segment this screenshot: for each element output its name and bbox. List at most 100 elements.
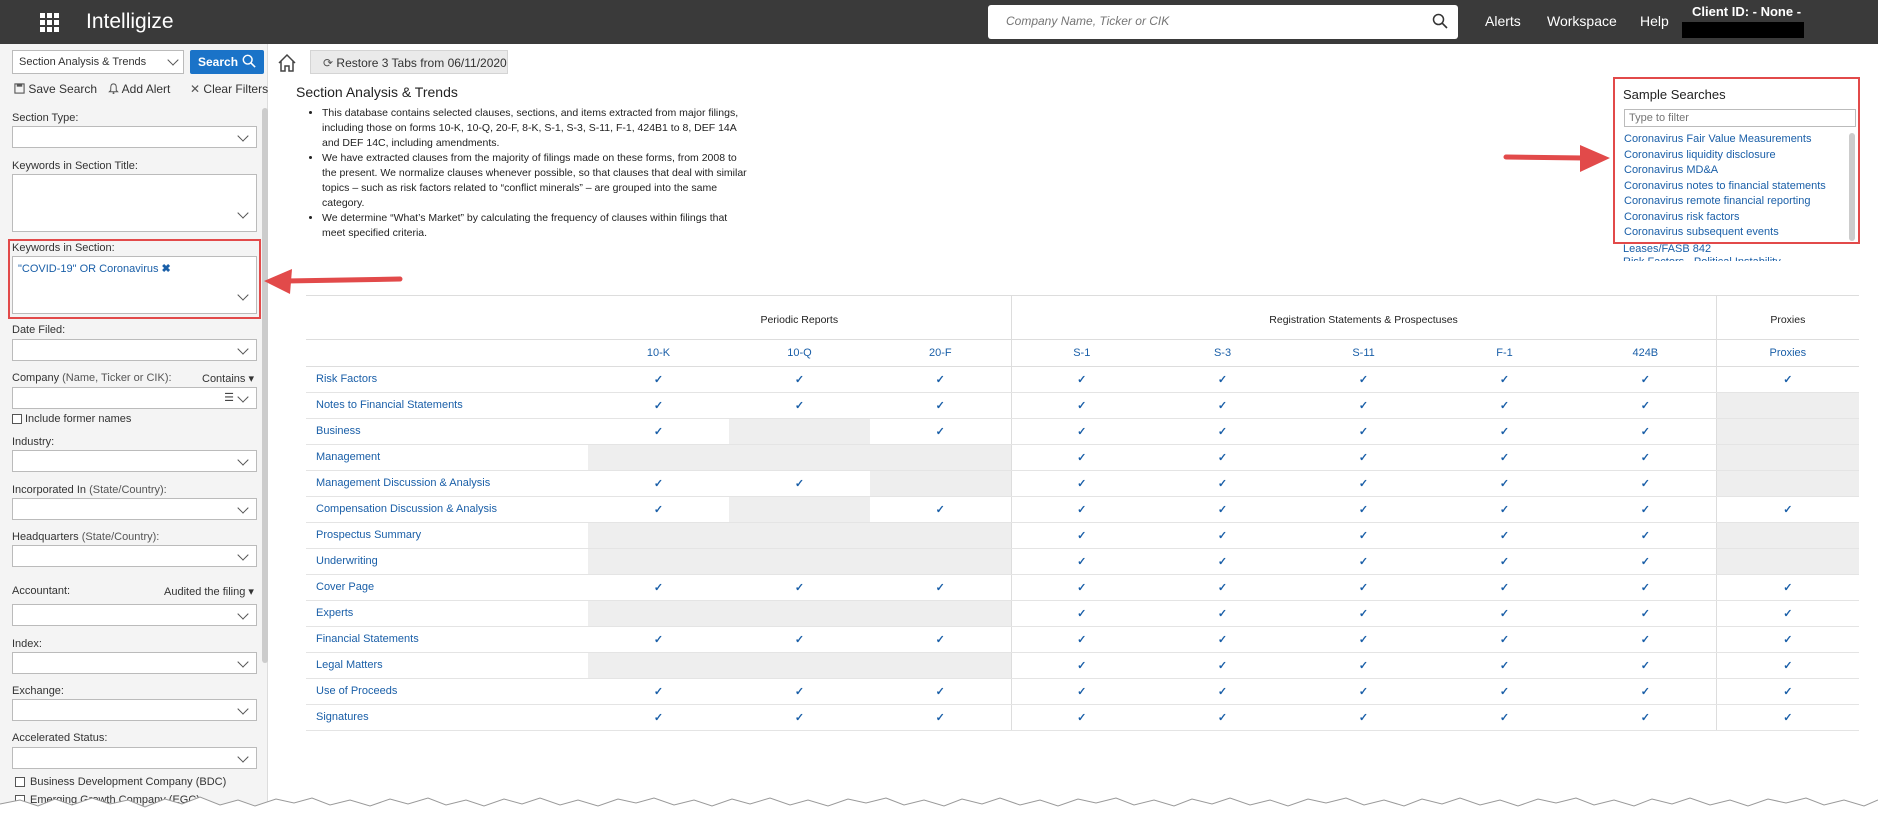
check-cell[interactable]: ✓ [588, 418, 729, 445]
check-cell[interactable]: ✓ [1575, 574, 1717, 601]
check-cell[interactable]: ✓ [1010, 496, 1153, 523]
sample-search-link[interactable]: Coronavirus risk factors [1624, 210, 1826, 226]
column-header[interactable]: 10-K [588, 339, 729, 367]
check-cell[interactable]: ✓ [1434, 444, 1576, 471]
check-cell[interactable]: ✓ [1010, 392, 1153, 419]
check-cell[interactable]: ✓ [588, 366, 729, 393]
check-cell[interactable]: ✓ [1575, 522, 1717, 549]
check-cell[interactable]: ✓ [1152, 548, 1294, 575]
section-link[interactable]: Risk Factors [306, 366, 588, 393]
check-cell[interactable]: ✓ [1152, 496, 1294, 523]
check-cell[interactable]: ✓ [729, 626, 870, 653]
check-cell[interactable]: ✓ [1293, 600, 1435, 627]
check-cell[interactable]: ✓ [1152, 392, 1294, 419]
section-link[interactable]: Prospectus Summary [306, 522, 588, 549]
kw-section-input[interactable]: "COVID-19" OR Coronavirus ✖ [12, 256, 257, 314]
check-cell[interactable]: ✓ [1010, 470, 1153, 497]
check-cell[interactable]: ✓ [1152, 652, 1294, 679]
check-cell[interactable]: ✓ [588, 626, 729, 653]
check-cell[interactable]: ✓ [729, 678, 870, 705]
check-cell[interactable]: ✓ [1575, 600, 1717, 627]
section-link[interactable]: Experts [306, 600, 588, 627]
kw-title-input[interactable] [12, 174, 257, 232]
check-cell[interactable]: ✓ [1152, 626, 1294, 653]
check-cell[interactable]: ✓ [1715, 496, 1860, 523]
check-cell[interactable]: ✓ [1010, 600, 1153, 627]
check-cell[interactable]: ✓ [1715, 678, 1860, 705]
sample-search-link[interactable]: Coronavirus MD&A [1624, 163, 1826, 179]
search-icon[interactable] [1432, 13, 1448, 29]
check-cell[interactable]: ✓ [1010, 678, 1153, 705]
check-cell[interactable]: ✓ [870, 626, 1012, 653]
section-link[interactable]: Cover Page [306, 574, 588, 601]
check-cell[interactable]: ✓ [870, 704, 1012, 731]
sample-search-link[interactable]: Risk Factors - Political Instability [1623, 256, 1781, 261]
column-header[interactable]: 20-F [870, 339, 1012, 367]
check-cell[interactable]: ✓ [1434, 678, 1576, 705]
check-cell[interactable]: ✓ [729, 704, 870, 731]
check-cell[interactable]: ✓ [1293, 652, 1435, 679]
sample-scrollbar[interactable] [1849, 133, 1855, 241]
check-cell[interactable]: ✓ [1010, 652, 1153, 679]
restore-tabs-button[interactable]: ⟳ Restore 3 Tabs from 06/11/2020 [310, 50, 508, 74]
check-cell[interactable]: ✓ [729, 574, 870, 601]
check-cell[interactable]: ✓ [1434, 366, 1576, 393]
check-cell[interactable]: ✓ [1010, 704, 1153, 731]
check-cell[interactable]: ✓ [1293, 470, 1435, 497]
section-link[interactable]: Financial Statements [306, 626, 588, 653]
check-cell[interactable]: ✓ [1152, 678, 1294, 705]
check-cell[interactable]: ✓ [1293, 496, 1435, 523]
section-type-select[interactable] [12, 126, 257, 148]
client-id[interactable]: Client ID: - None - [1692, 4, 1801, 19]
industry-select[interactable] [12, 450, 257, 472]
check-cell[interactable]: ✓ [1010, 444, 1153, 471]
check-cell[interactable]: ✓ [1575, 496, 1717, 523]
check-cell[interactable]: ✓ [1575, 470, 1717, 497]
check-cell[interactable]: ✓ [1293, 444, 1435, 471]
sample-search-link[interactable]: Coronavirus Fair Value Measurements [1624, 132, 1826, 148]
check-cell[interactable]: ✓ [1575, 392, 1717, 419]
column-header[interactable]: F-1 [1434, 339, 1576, 367]
check-cell[interactable]: ✓ [1293, 548, 1435, 575]
check-cell[interactable]: ✓ [1152, 470, 1294, 497]
incorporated-select[interactable] [12, 498, 257, 520]
check-cell[interactable]: ✓ [1293, 392, 1435, 419]
check-cell[interactable]: ✓ [1434, 548, 1576, 575]
check-cell[interactable]: ✓ [1434, 496, 1576, 523]
check-cell[interactable]: ✓ [1434, 600, 1576, 627]
section-link[interactable]: Business [306, 418, 588, 445]
accountant-select[interactable] [12, 604, 257, 626]
column-header[interactable]: S-3 [1152, 339, 1294, 367]
check-cell[interactable]: ✓ [870, 496, 1012, 523]
check-cell[interactable]: ✓ [588, 470, 729, 497]
check-cell[interactable]: ✓ [729, 366, 870, 393]
date-filed-select[interactable] [12, 339, 257, 361]
column-header[interactable]: S-11 [1293, 339, 1435, 367]
check-cell[interactable]: ✓ [1010, 548, 1153, 575]
company-input[interactable]: ☰ [12, 387, 257, 409]
headquarters-select[interactable] [12, 545, 257, 567]
keyword-tag[interactable]: "COVID-19" OR Coronavirus ✖ [18, 262, 171, 275]
section-link[interactable]: Use of Proceeds [306, 678, 588, 705]
nav-workspace[interactable]: Workspace [1547, 13, 1617, 29]
check-cell[interactable]: ✓ [1293, 522, 1435, 549]
save-search-button[interactable]: Save Search [14, 82, 97, 96]
home-icon[interactable] [276, 52, 298, 74]
check-cell[interactable]: ✓ [1575, 704, 1717, 731]
check-cell[interactable]: ✓ [870, 418, 1012, 445]
check-cell[interactable]: ✓ [588, 392, 729, 419]
accelerated-select[interactable] [12, 747, 257, 769]
column-header[interactable]: 10-Q [729, 339, 870, 367]
check-cell[interactable]: ✓ [1434, 470, 1576, 497]
nav-alerts[interactable]: Alerts [1485, 13, 1521, 29]
check-cell[interactable]: ✓ [1434, 392, 1576, 419]
remove-tag-icon[interactable]: ✖ [162, 263, 171, 275]
check-cell[interactable]: ✓ [1575, 626, 1717, 653]
section-link[interactable]: Compensation Discussion & Analysis [306, 496, 588, 523]
check-cell[interactable]: ✓ [588, 704, 729, 731]
check-cell[interactable]: ✓ [1152, 600, 1294, 627]
index-select[interactable] [12, 652, 257, 674]
check-cell[interactable]: ✓ [1010, 626, 1153, 653]
check-cell[interactable]: ✓ [588, 496, 729, 523]
check-cell[interactable]: ✓ [1715, 366, 1860, 393]
